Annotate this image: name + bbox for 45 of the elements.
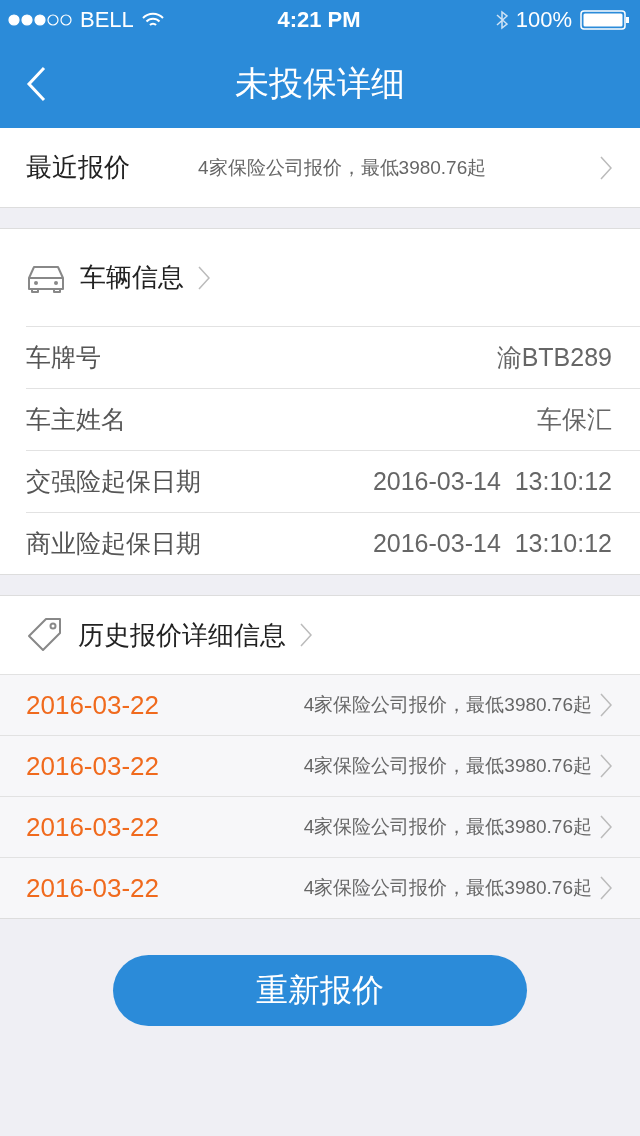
battery-icon bbox=[580, 10, 630, 30]
back-button[interactable] bbox=[26, 66, 46, 102]
quote-history-row[interactable]: 2016-03-22 4家保险公司报价，最低3980.76起 bbox=[0, 796, 640, 857]
section-title: 历史报价详细信息 bbox=[78, 618, 286, 652]
chevron-icon bbox=[198, 265, 210, 290]
battery-percent: 100% bbox=[515, 7, 572, 33]
requote-button[interactable]: 重新报价 bbox=[113, 955, 527, 1026]
recent-quote-summary: 4家保险公司报价，最低3980.76起 bbox=[198, 155, 488, 180]
field-value: 2016-03-14 13:10:12 bbox=[372, 529, 612, 558]
quote-summary: 4家保险公司报价，最低3980.76起 bbox=[303, 693, 592, 717]
field-label: 车主姓名 bbox=[26, 404, 126, 435]
quote-history-row[interactable]: 2016-03-22 4家保险公司报价，最低3980.76起 bbox=[0, 674, 640, 735]
bluetooth-icon bbox=[495, 10, 508, 30]
carrier: BELL bbox=[80, 7, 134, 33]
quote-date: 2016-03-22 bbox=[26, 689, 160, 721]
quote-summary: 4家保险公司报价，最低3980.76起 bbox=[303, 754, 592, 778]
quote-date: 2016-03-22 bbox=[26, 872, 160, 904]
clock: 4:21 PM bbox=[277, 7, 361, 33]
quote-history-row[interactable]: 2016-03-22 4家保险公司报价，最低3980.76起 bbox=[0, 735, 640, 796]
quote-history-row[interactable]: 2016-03-22 4家保险公司报价，最低3980.76起 bbox=[0, 857, 640, 918]
recent-quote-label: 最近报价 bbox=[26, 151, 131, 184]
field-value: 2016-03-14 13:10:12 bbox=[372, 467, 612, 496]
vehicle-info-header[interactable]: 车辆信息 bbox=[0, 229, 640, 326]
quote-summary: 4家保险公司报价，最低3980.76起 bbox=[303, 876, 592, 900]
chevron-icon bbox=[600, 693, 612, 717]
quote-date: 2016-03-22 bbox=[26, 750, 160, 782]
field-label: 车牌号 bbox=[26, 342, 101, 373]
field-value: 车保汇 bbox=[537, 404, 612, 435]
chevron-icon bbox=[600, 876, 612, 900]
chevron-icon bbox=[300, 623, 312, 647]
wifi-icon bbox=[141, 12, 164, 28]
chevron-icon bbox=[600, 754, 612, 778]
recent-quote-row[interactable]: 最近报价 4家保险公司报价，最低3980.76起 bbox=[0, 128, 640, 208]
chevron-icon bbox=[600, 155, 612, 180]
field-label: 交强险起保日期 bbox=[26, 466, 201, 497]
quote-history-header[interactable]: 历史报价详细信息 bbox=[0, 596, 640, 674]
quote-summary: 4家保险公司报价，最低3980.76起 bbox=[303, 815, 592, 839]
tag-icon bbox=[26, 616, 64, 654]
page-title: 未投保详细 bbox=[234, 63, 406, 104]
field-value: 渝BTB289 bbox=[496, 342, 612, 373]
section-title: 车辆信息 bbox=[80, 261, 184, 294]
signal-icon bbox=[8, 14, 72, 26]
field-label: 商业险起保日期 bbox=[26, 528, 201, 559]
quote-date: 2016-03-22 bbox=[26, 811, 160, 843]
chevron-icon bbox=[600, 815, 612, 839]
